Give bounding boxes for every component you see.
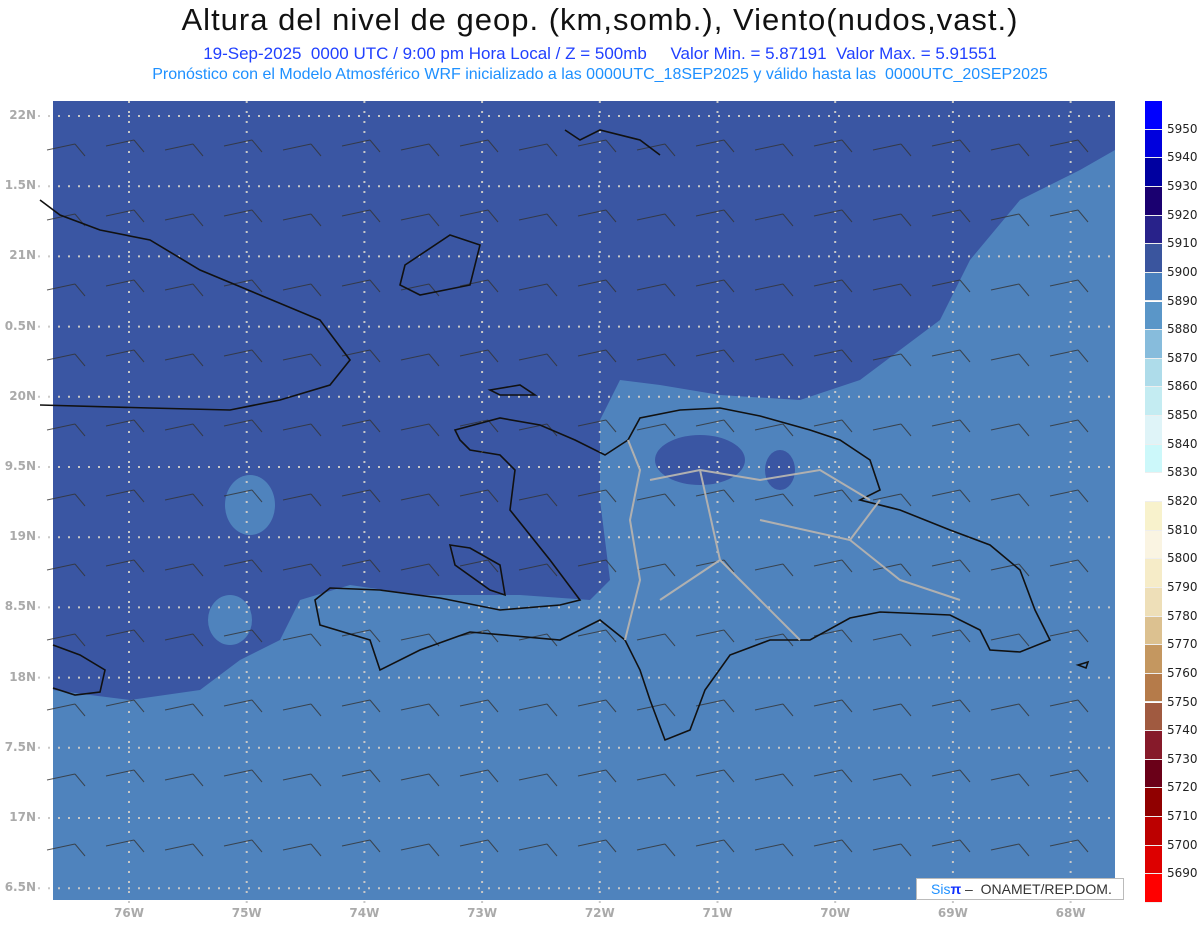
lon-label: 75W [231, 906, 262, 920]
lat-label: 0.5N [4, 318, 36, 333]
logo-onamet: – ONAMET/REP.DOM. [961, 881, 1112, 897]
colorbar-swatch [1145, 817, 1162, 846]
colorbar-swatch [1145, 158, 1162, 187]
lat-label: 19N [9, 529, 36, 544]
lat-label: 21N [9, 248, 36, 263]
colorbar-swatch [1145, 416, 1162, 445]
colorbar-label: 5740 [1167, 723, 1198, 738]
colorbar-label: 5720 [1167, 780, 1198, 795]
colorbar-label: 5800 [1167, 551, 1198, 566]
colorbar-label: 5890 [1167, 293, 1198, 308]
logo-pi: π [950, 881, 962, 897]
colorbar-label: 5840 [1167, 436, 1198, 451]
light-patch [208, 595, 252, 645]
colorbar-swatch [1145, 101, 1162, 130]
colorbar-label: 5940 [1167, 150, 1198, 165]
colorbar-swatch [1145, 845, 1162, 875]
colorbar-label: 5900 [1167, 264, 1198, 279]
light-patch [225, 475, 275, 535]
dark-patch [655, 435, 745, 485]
lat-label: 18N [9, 669, 36, 684]
lon-label: 68W [1055, 906, 1086, 920]
colorbar-swatch [1145, 330, 1162, 359]
lat-label: 8.5N [4, 599, 36, 614]
colorbar-label: 5880 [1167, 322, 1198, 337]
colorbar-label: 5770 [1167, 637, 1198, 652]
lon-label: 73W [467, 906, 498, 920]
colorbar-label: 5950 [1167, 121, 1198, 136]
colorbar-swatch [1145, 731, 1162, 760]
colorbar-swatch [1145, 645, 1162, 674]
colorbar-swatch [1145, 473, 1162, 502]
colorbar-label: 5750 [1167, 694, 1198, 709]
lon-label: 70W [820, 906, 851, 920]
colorbar-swatch [1145, 215, 1162, 245]
lon-label: 74W [349, 906, 380, 920]
logo-sis: Sis [931, 881, 951, 897]
map-plot [38, 101, 1115, 905]
lon-label: 71W [702, 906, 733, 920]
colorbar-swatch [1145, 759, 1162, 789]
colorbar-swatch [1145, 616, 1162, 646]
lon-label: 76W [114, 906, 144, 920]
colorbar-label: 5920 [1167, 207, 1198, 222]
colorbar-swatch [1145, 502, 1162, 531]
lat-label: 7.5N [4, 739, 36, 754]
lon-label: 72W [584, 906, 615, 920]
lat-label: 6.5N [4, 880, 36, 895]
dark-patch [765, 450, 795, 490]
colorbar-label: 5860 [1167, 379, 1198, 394]
colorbar-swatch [1145, 788, 1162, 818]
colorbar-swatch [1145, 272, 1162, 302]
colorbar-label: 5730 [1167, 751, 1198, 766]
model-info: Pronóstico con el Modelo Atmosférico WRF… [152, 66, 1048, 83]
colorbar-label: 5690 [1167, 866, 1198, 881]
colorbar-swatch [1145, 387, 1162, 417]
lat-label: 1.5N [4, 178, 36, 193]
colorbar-swatch [1145, 444, 1162, 474]
colorbar-label: 5910 [1167, 236, 1198, 251]
colorbar-label: 5870 [1167, 350, 1198, 365]
colorbar-label: 5790 [1167, 579, 1198, 594]
lat-label: 20N [9, 388, 36, 403]
map-title: Altura del nivel de geop. (km,somb.), Vi… [181, 2, 1019, 37]
colorbar-label: 5810 [1167, 522, 1198, 537]
lon-label: 69W [937, 906, 968, 920]
colorbar-label: 5710 [1167, 809, 1198, 824]
colorbar-label: 5760 [1167, 665, 1198, 680]
colorbar-label: 5830 [1167, 465, 1198, 480]
colorbar-swatch [1145, 874, 1162, 903]
colorbar-swatch [1145, 244, 1162, 273]
date-subtitle: 19-Sep-2025 0000 UTC / 9:00 pm Hora Loca… [203, 44, 997, 63]
lat-label: 17N [9, 810, 36, 824]
colorbar-swatch [1145, 301, 1162, 331]
lat-label: 9.5N [4, 459, 36, 473]
colorbar-label: 5700 [1167, 837, 1198, 852]
colorbar-swatch [1145, 186, 1162, 216]
colorbar-swatch [1145, 358, 1162, 388]
colorbar-label: 5850 [1167, 408, 1198, 423]
colorbar-swatch [1145, 702, 1162, 732]
colorbar-swatch [1145, 673, 1162, 703]
colorbar-swatch [1145, 587, 1162, 617]
sispi-logo: Sisπ – ONAMET/REP.DOM. [916, 878, 1124, 900]
colorbar-label: 5820 [1167, 494, 1198, 508]
colorbar-label: 5780 [1167, 608, 1198, 623]
colorbar-swatch [1145, 129, 1162, 159]
colorbar-swatch [1145, 530, 1162, 560]
colorbar-swatch [1145, 559, 1162, 588]
lat-label: 22N [9, 108, 36, 122]
colorbar-label: 5930 [1167, 178, 1198, 193]
